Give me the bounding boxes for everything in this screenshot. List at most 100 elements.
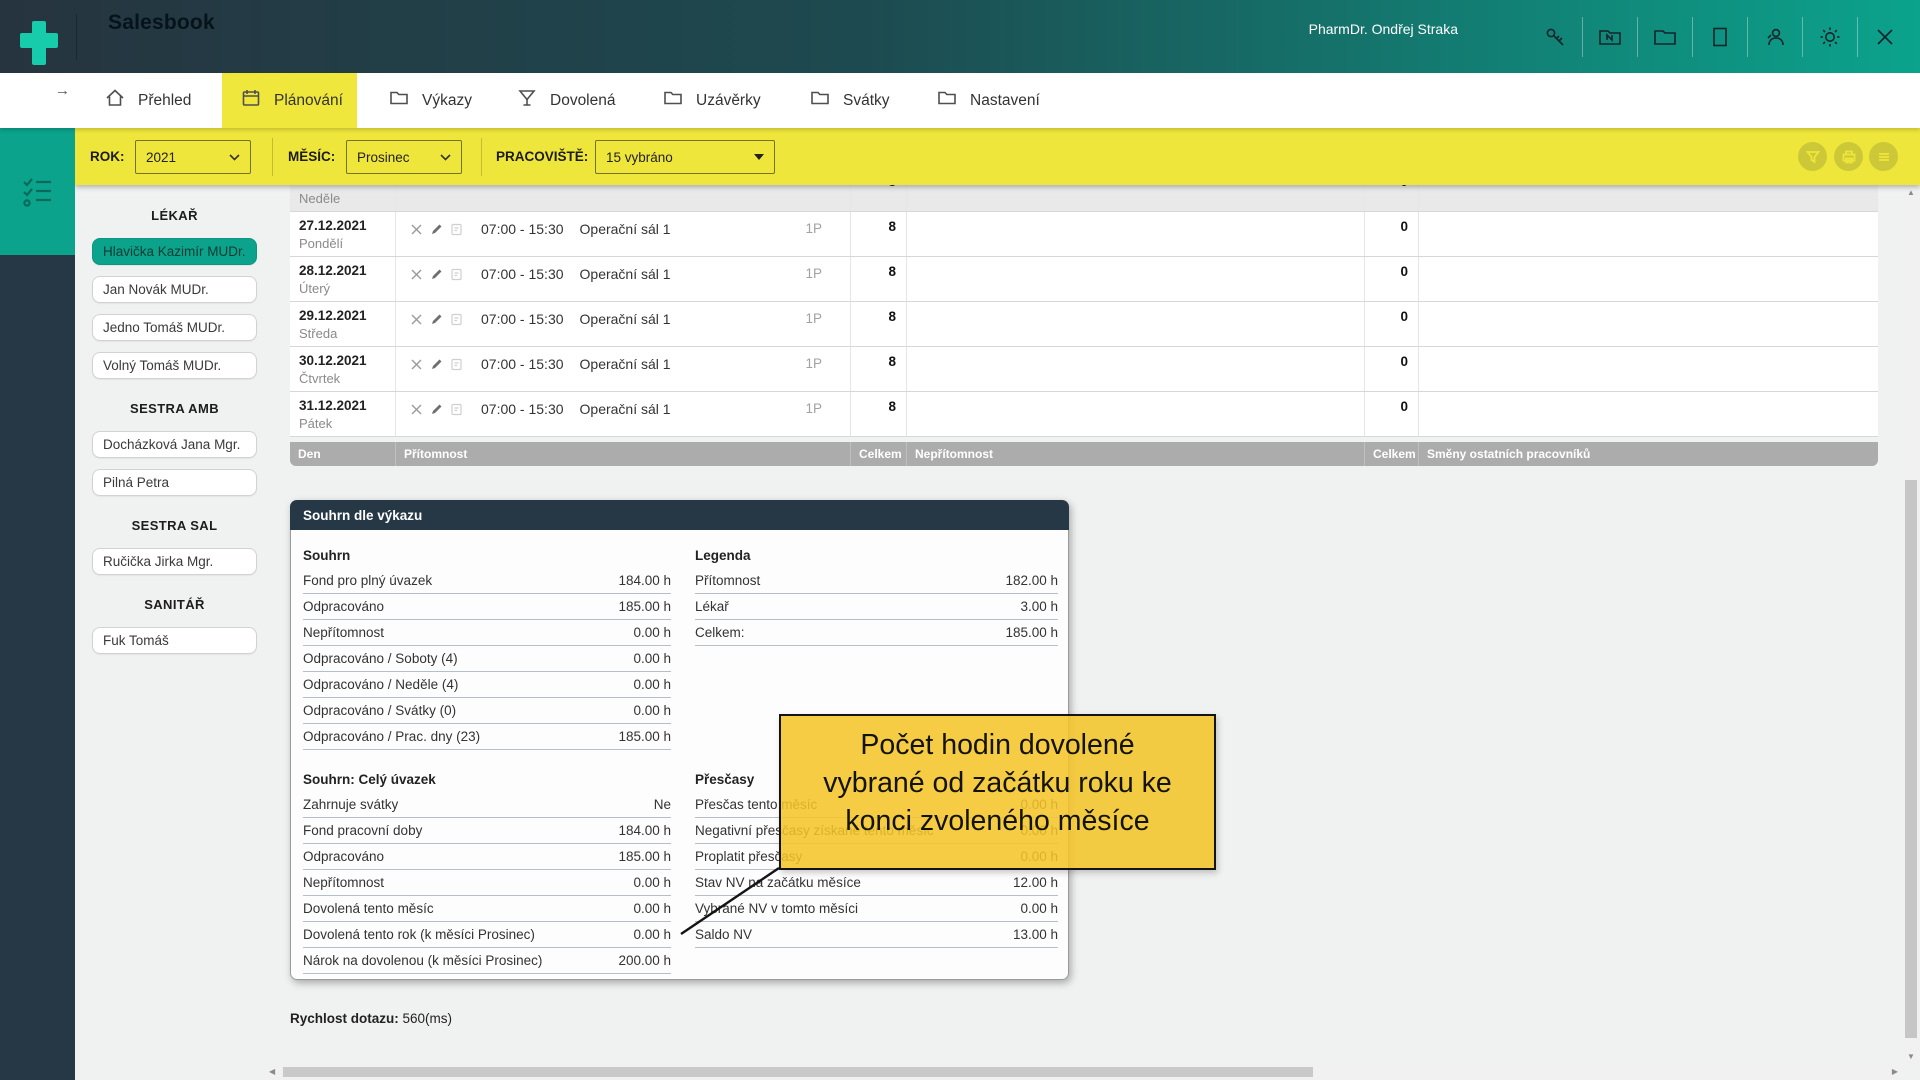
current-user-name: PharmDr. Ondřej Straka [1309,21,1458,37]
summary-row: Fond pro plný úvazek184.00 h [303,568,671,594]
edit-note-icon[interactable] [450,268,463,281]
col-header-den: Den [290,442,396,466]
col-header-smeny: Směny ostatních pracovníků [1419,442,1878,466]
summary-row: Saldo NV13.00 h [695,922,1058,948]
scroll-up-arrow[interactable]: ▲ [1902,188,1920,197]
filter-funnel-button[interactable] [1798,142,1827,171]
workplace-select[interactable]: 15 vybráno [595,140,775,174]
staff-group-sestra-amb: SESTRA AMB Docházková Jana Mgr. Pilná Pe… [92,401,257,496]
checklist-icon [19,174,57,210]
gear-icon[interactable] [1803,17,1857,57]
folder-icon [809,87,831,114]
vertical-scroll-thumb[interactable] [1905,480,1917,1038]
summary-row: Zahrnuje svátkyNe [303,792,671,818]
table-row-partial: 26.12.2021 Neděle 8 0 [290,185,1878,212]
row-weekday: Pondělí [299,235,386,252]
month-select[interactable]: Prosinec [346,140,462,174]
delete-shift-icon[interactable] [410,313,423,326]
staff-group-sestra-sal: SESTRA SAL Ručička Jirka Mgr. [92,518,257,575]
row-date: 27.12.2021 [299,217,386,235]
delete-shift-icon[interactable] [410,403,423,416]
menu-button[interactable] [1869,142,1898,171]
tab-svatky[interactable]: Svátky [791,73,908,128]
tab-nastaveni[interactable]: Nastavení [918,73,1058,128]
summary-row: Nepřítomnost0.00 h [303,620,671,646]
edit-note-icon[interactable] [450,313,463,326]
summary-row: Vybrané NV v tomto měsíci0.00 h [695,896,1058,922]
tab-dovolena[interactable]: Dovolená [498,73,634,128]
print-button[interactable] [1834,142,1863,171]
year-select[interactable]: 2021 [135,140,251,174]
scroll-down-arrow[interactable]: ▼ [1902,1052,1920,1061]
staff-item-fuk[interactable]: Fuk Tomáš [92,627,257,654]
close-icon[interactable] [1858,17,1912,57]
edit-note-icon[interactable] [450,358,463,371]
edit-shift-icon[interactable] [430,268,443,281]
table-row: 27.12.2021 Pondělí 07:00 - 15:30 Operačn… [290,212,1878,257]
folder-icon [936,87,958,114]
key-icon[interactable] [1528,17,1582,57]
tab-prehled[interactable]: Přehled [86,73,209,128]
horizontal-scrollbar[interactable]: ◀ ▶ [265,1064,1902,1080]
staff-item-jedno[interactable]: Jedno Tomáš MUDr. [92,314,257,341]
schedule-table: 26.12.2021 Neděle 8 0 27.12.2021 Pondělí [290,185,1878,437]
edit-note-icon[interactable] [450,403,463,416]
table-row: 28.12.2021 Úterý 07:00 - 15:30 Operační … [290,257,1878,302]
group-title: SANITÁŘ [92,597,257,615]
logo-divider [76,14,77,60]
staff-item-pilna[interactable]: Pilná Petra [92,469,257,496]
staff-item-dochazkova[interactable]: Docházková Jana Mgr. [92,431,257,458]
folder-icon[interactable] [1638,17,1692,57]
row-weekday: Čtvrtek [299,370,386,387]
summary-row-dovolena-rok: Dovolená tento rok (k měsíci Prosinec)0.… [303,922,671,948]
edit-shift-icon[interactable] [430,223,443,236]
tab-planovani[interactable]: Plánování [222,73,357,128]
window-icon[interactable] [1693,17,1747,57]
collapse-arrow-icon[interactable]: → [55,82,70,99]
tab-vykazy[interactable]: Výkazy [370,73,490,128]
filter-divider [272,138,273,176]
main-nav-tabbar: → Přehled Plánování Výkazy Dovolená Uzáv… [0,73,1920,128]
staff-group-sanitar: SANITÁŘ Fuk Tomáš [92,597,257,654]
group-title: LÉKAŘ [92,208,257,226]
edit-shift-icon[interactable] [430,313,443,326]
staff-group-lekar: LÉKAŘ Hlavička Kazimír MUDr. Jan Novák M… [92,208,257,379]
staff-sidebar: LÉKAŘ Hlavička Kazimír MUDr. Jan Novák M… [92,208,257,665]
edit-shift-icon[interactable] [430,403,443,416]
row-absent-total: 0 [1365,392,1419,436]
col-header-celkem: Celkem [851,442,907,466]
caret-down-icon [754,154,764,160]
delete-shift-icon[interactable] [410,268,423,281]
query-speed-status: Rychlost dotazu: 560(ms) [290,1011,452,1026]
staff-item-volny[interactable]: Volný Tomáš MUDr. [92,352,257,379]
section-legenda: Legenda Přítomnost182.00 h Lékař3.00 h C… [695,542,1058,646]
tab-label: Uzávěrky [696,92,761,110]
delete-shift-icon[interactable] [410,358,423,371]
filter-bar: ROK: 2021 MĚSÍC: Prosinec PRACOVIŠTĚ: 15… [75,128,1920,185]
row-absent-total: 0 [1365,302,1419,346]
notes-folder-icon[interactable] [1583,17,1637,57]
app-header: Salesbook PharmDr. Ondřej Straka [0,0,1920,73]
shift-code: 1P [805,311,850,326]
tab-label: Nastavení [970,92,1040,110]
edit-note-icon[interactable] [450,223,463,236]
summary-row: Fond pracovní doby184.00 h [303,818,671,844]
delete-shift-icon[interactable] [410,223,423,236]
summary-row: Přítomnost182.00 h [695,568,1058,594]
checklist-panel-button[interactable] [0,128,75,255]
scroll-right-arrow[interactable]: ▶ [1892,1067,1898,1076]
vertical-scrollbar[interactable]: ▲ ▼ [1902,185,1920,1064]
edit-shift-icon[interactable] [430,358,443,371]
scroll-left-arrow[interactable]: ◀ [269,1067,275,1076]
horizontal-scroll-thumb[interactable] [283,1067,1313,1077]
staff-item-novak[interactable]: Jan Novák MUDr. [92,276,257,303]
staff-item-hlavicka[interactable]: Hlavička Kazimír MUDr. [92,238,257,265]
staff-item-rucicka[interactable]: Ručička Jirka Mgr. [92,548,257,575]
summary-left-column: Souhrn Fond pro plný úvazek184.00 h Odpr… [303,542,671,979]
col-header-pritomnost: Přítomnost [396,442,851,466]
funnel-glass-icon [516,87,538,114]
tab-uzaverky[interactable]: Uzávěrky [644,73,779,128]
shift-time: 07:00 - 15:30 [481,311,564,327]
summary-row: Celkem:185.00 h [695,620,1058,646]
user-icon[interactable] [1748,17,1802,57]
